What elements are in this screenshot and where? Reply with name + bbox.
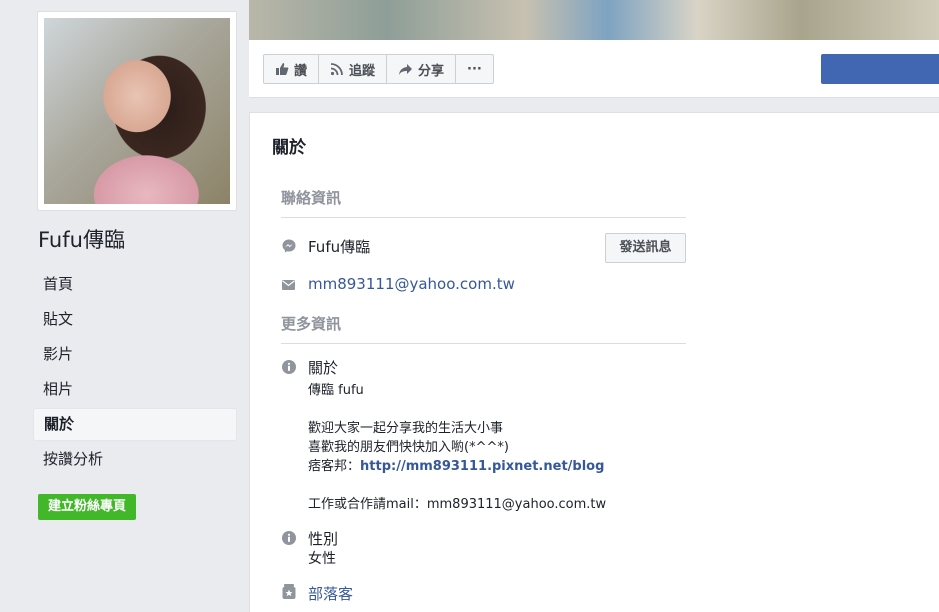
messenger-name: Fufu傳臨 [308, 238, 371, 256]
rss-icon [330, 63, 343, 76]
about-line-join: 喜歡我的朋友們快快加入喲(*^^*) [308, 440, 509, 455]
share-label: 分享 [418, 63, 445, 79]
like-label: 讚 [294, 63, 308, 79]
nav-item-about[interactable]: 關於 [33, 408, 237, 441]
nav-item-posts[interactable]: 貼文 [33, 302, 237, 337]
about-description: 傳臨 fufu 歡迎大家一起分享我的生活大小事 喜歡我的朋友們快快加入喲(*^^… [308, 381, 606, 514]
more-info-header: 更多資訊 [281, 313, 686, 344]
follow-label: 追蹤 [349, 63, 376, 79]
action-button-group: 讚 追蹤 分享 ··· [263, 54, 494, 84]
profile-picture-frame[interactable] [37, 11, 237, 211]
thumbs-up-icon [276, 63, 289, 75]
info-icon [282, 360, 296, 374]
about-line-name: 傳臨 fufu [308, 383, 364, 398]
blog-link[interactable]: http://mm893111.pixnet.net/blog [360, 459, 604, 474]
send-message-button[interactable]: 發送訊息 [605, 233, 686, 263]
envelope-icon [282, 280, 295, 290]
nav-item-likes-insights[interactable]: 按讚分析 [33, 442, 237, 477]
share-arrow-icon [399, 63, 413, 75]
about-line-blog: 痞客邦：http://mm893111.pixnet.net/blog [308, 457, 606, 476]
page-nav: 首頁 貼文 影片 相片 關於 按讚分析 [33, 267, 237, 477]
nav-item-videos[interactable]: 影片 [33, 337, 237, 372]
gender-label: 性別 [308, 530, 339, 548]
nav-item-photos[interactable]: 相片 [33, 372, 237, 407]
action-bar: 讚 追蹤 分享 ··· [249, 40, 939, 98]
blog-prefix: 痞客邦： [308, 459, 361, 474]
profile-picture[interactable] [44, 18, 230, 204]
primary-action-button[interactable] [821, 54, 939, 84]
about-line-contact: 工作或合作請mail：mm893111@yahoo.com.tw [308, 497, 607, 512]
nav-item-home[interactable]: 首頁 [33, 267, 237, 302]
create-page-button[interactable]: 建立粉絲專頁 [38, 494, 137, 520]
share-button[interactable]: 分享 [387, 55, 457, 83]
messenger-icon [282, 239, 296, 253]
about-label: 關於 [308, 359, 339, 377]
more-dots-icon: ··· [467, 61, 482, 77]
contact-info-header: 聯絡資訊 [281, 187, 686, 218]
gender-value: 女性 [308, 551, 336, 567]
page-name: Fufu傳臨 [38, 228, 125, 252]
like-button[interactable]: 讚 [264, 55, 320, 83]
more-options-button[interactable]: ··· [456, 55, 493, 83]
about-title: 關於 [272, 138, 306, 158]
about-line-welcome: 歡迎大家一起分享我的生活大小事 [308, 421, 504, 436]
category-badge-icon [282, 584, 296, 599]
about-card: 關於 聯絡資訊 Fufu傳臨 發送訊息 mm893111@yahoo.com.t… [249, 112, 939, 612]
cover-photo[interactable] [249, 0, 939, 40]
email-link[interactable]: mm893111@yahoo.com.tw [308, 275, 515, 293]
blogger-category-link[interactable]: 部落客 [308, 583, 353, 604]
info-icon [282, 531, 296, 545]
follow-button[interactable]: 追蹤 [319, 55, 388, 83]
